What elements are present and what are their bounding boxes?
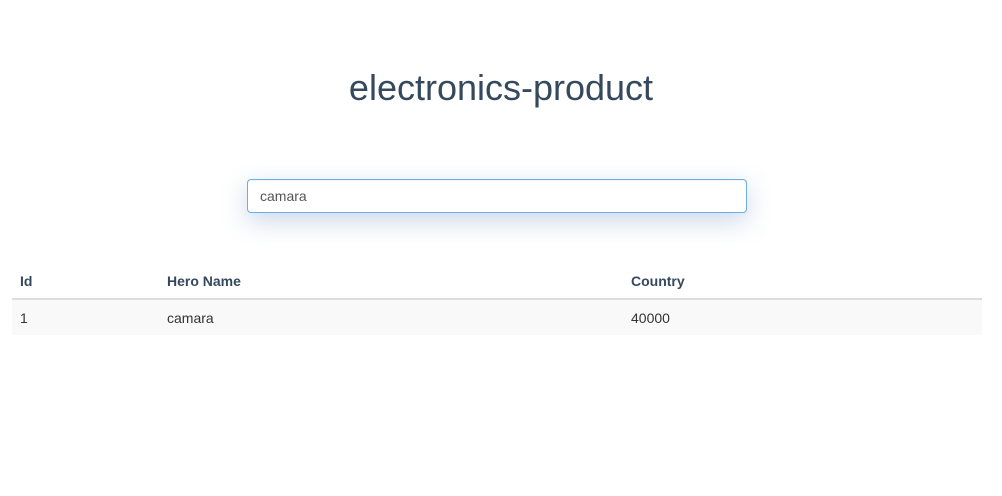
cell-id: 1 xyxy=(20,309,28,326)
column-header-id[interactable]: Id xyxy=(12,263,159,300)
page-title: electronics-product xyxy=(348,67,654,108)
cell-country: 40000 xyxy=(631,309,670,326)
column-header-hero-name[interactable]: Hero Name xyxy=(159,263,623,300)
table-body: 1 camara 40000 xyxy=(12,299,982,335)
table-row[interactable]: 1 camara 40000 xyxy=(12,299,982,335)
page: electronics-product Id Hero Name Country… xyxy=(0,0,1002,496)
table-header-row: Id Hero Name Country xyxy=(12,263,982,300)
results-table: Id Hero Name Country 1 camara 40000 xyxy=(12,263,982,335)
table-header: Id Hero Name Country xyxy=(12,263,982,300)
cell-hero-name: camara xyxy=(167,309,214,326)
search-box xyxy=(247,179,747,213)
search-input[interactable] xyxy=(247,179,747,213)
column-header-country[interactable]: Country xyxy=(623,263,982,300)
